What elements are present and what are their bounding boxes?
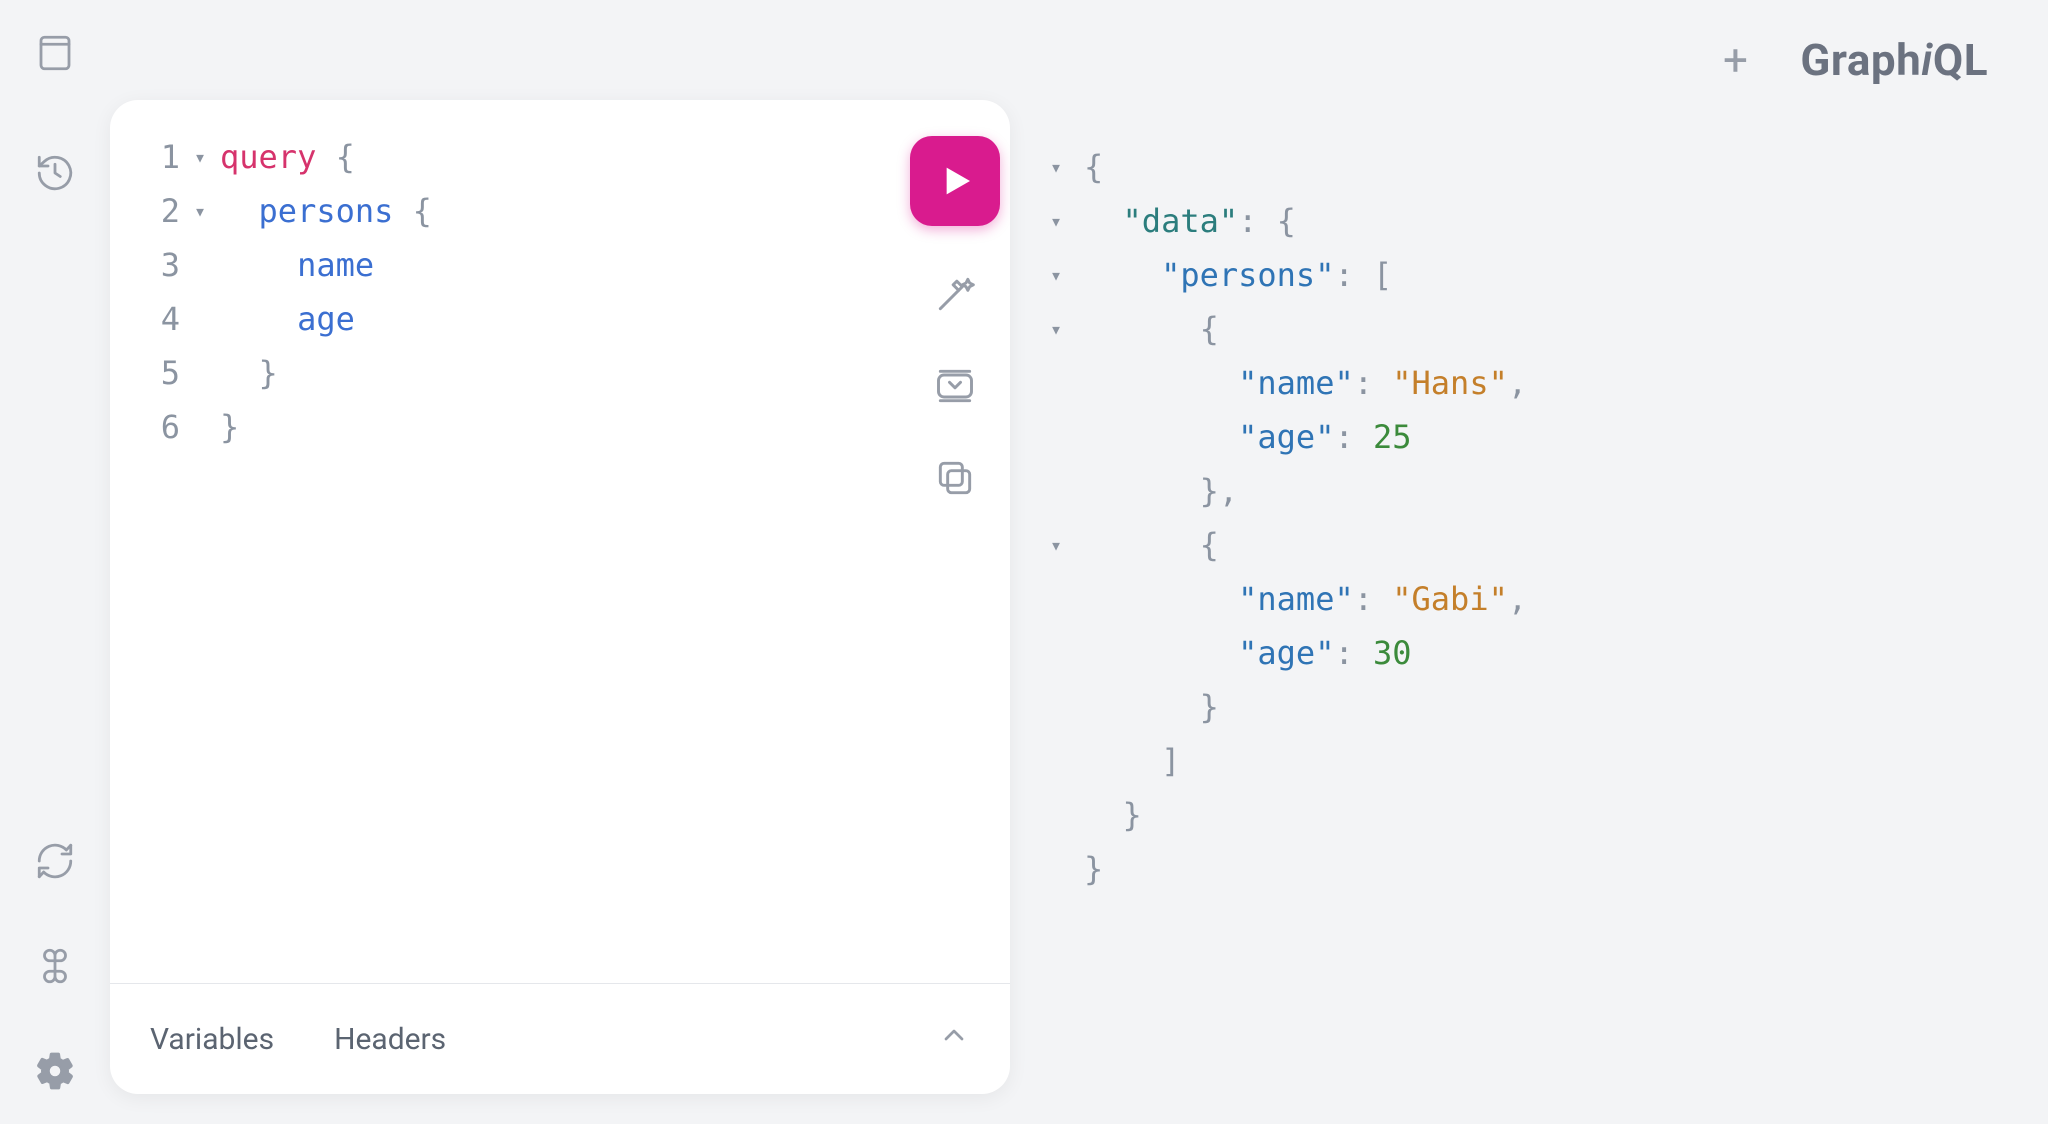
sidebar-bottom-group xyxy=(30,836,80,1096)
query-editor-card: 123456 ▾▾ query { persons { name age }} xyxy=(110,100,1010,1094)
main-area: + GraphiQL 123456 ▾▾ query { persons { n… xyxy=(110,0,2048,1124)
keyboard-shortcuts-button[interactable] xyxy=(30,941,80,991)
play-icon xyxy=(935,161,975,201)
topbar: + GraphiQL xyxy=(110,20,2018,100)
history-button[interactable] xyxy=(30,148,80,198)
response-viewer[interactable]: ▾{▾ "data": {▾ "persons": [▾ { "name": "… xyxy=(1040,100,2018,1094)
graphiql-app: + GraphiQL 123456 ▾▾ query { persons { n… xyxy=(0,0,2048,1124)
add-tab-button[interactable]: + xyxy=(1710,38,1760,82)
graphiql-logo: GraphiQL xyxy=(1800,34,1988,86)
copy-icon xyxy=(933,456,977,500)
merge-button[interactable] xyxy=(931,362,979,410)
merge-icon xyxy=(933,364,977,408)
chevron-up-icon xyxy=(938,1019,970,1051)
fold-column: ▾▾ xyxy=(194,130,220,983)
logo-text-right: QL xyxy=(1933,34,1988,86)
refresh-button[interactable] xyxy=(30,836,80,886)
panes: 123456 ▾▾ query { persons { name age }} xyxy=(110,100,2018,1094)
docs-button[interactable] xyxy=(30,28,80,78)
editor-footer: Variables Headers xyxy=(110,983,1010,1094)
prettify-button[interactable] xyxy=(931,270,979,318)
query-editor[interactable]: query { persons { name age }} xyxy=(220,130,900,983)
logo-text-i: i xyxy=(1921,34,1933,86)
keyboard-shortcuts-icon xyxy=(34,945,76,987)
logo-text-left: Graph xyxy=(1800,34,1921,86)
run-button[interactable] xyxy=(910,136,1000,226)
query-editor-body: 123456 ▾▾ query { persons { name age }} xyxy=(110,100,1010,983)
sidebar-top-group xyxy=(30,28,80,198)
settings-button[interactable] xyxy=(30,1046,80,1096)
footer-toggle[interactable] xyxy=(938,1019,970,1059)
headers-tab[interactable]: Headers xyxy=(334,1022,446,1057)
refresh-icon xyxy=(34,840,76,882)
editor-toolbar xyxy=(900,130,1010,983)
variables-tab[interactable]: Variables xyxy=(150,1022,274,1057)
prettify-icon xyxy=(933,272,977,316)
sidebar xyxy=(0,0,110,1124)
line-gutter: 123456 xyxy=(110,130,194,983)
copy-button[interactable] xyxy=(931,454,979,502)
settings-icon xyxy=(34,1050,76,1092)
history-icon xyxy=(34,152,76,194)
docs-icon xyxy=(34,32,76,74)
